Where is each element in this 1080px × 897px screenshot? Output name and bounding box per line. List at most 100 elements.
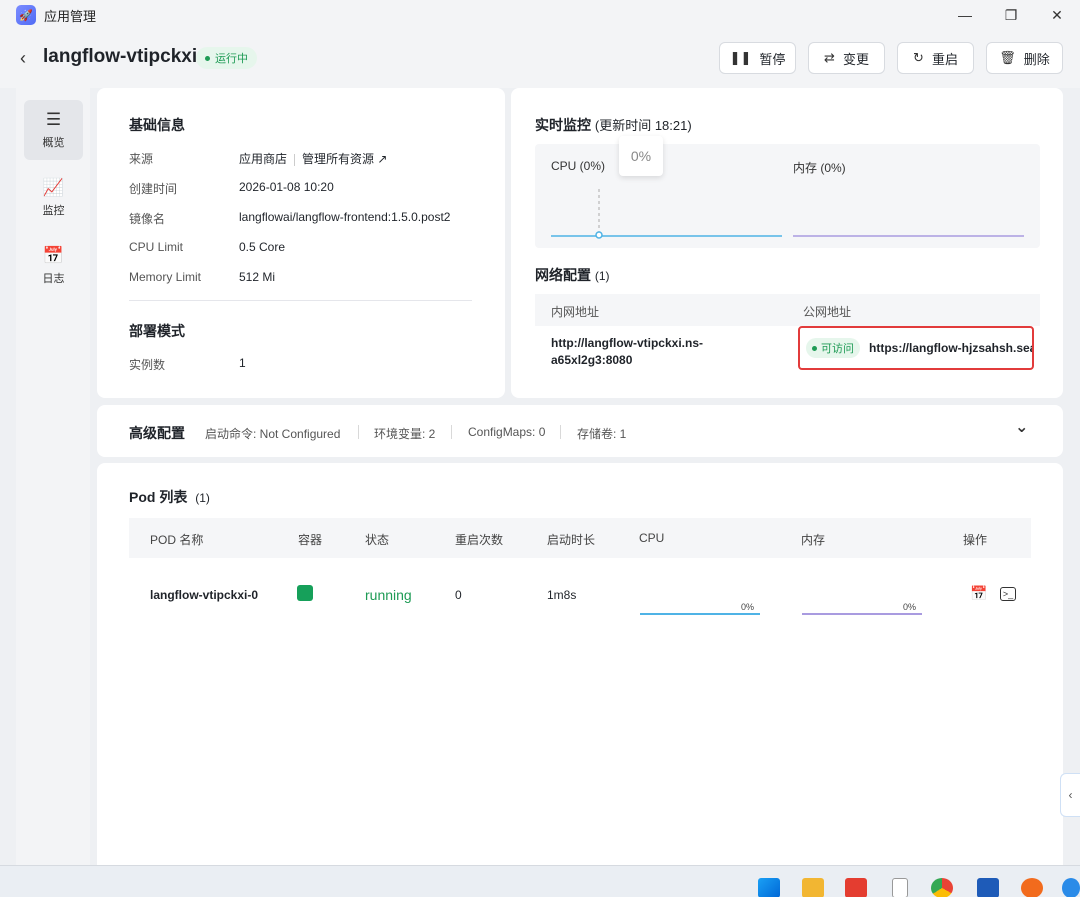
sidebar-item-monitor[interactable]: 📈 监控 <box>24 168 83 228</box>
status-text: 运行中 <box>215 53 248 65</box>
rocket-icon: 🚀 <box>16 5 36 25</box>
close-icon[interactable]: ✕ <box>1034 0 1080 30</box>
delete-label: 删除 <box>1023 51 1050 67</box>
sidebar: ☰ 概览 📈 监控 📅 日志 <box>16 88 90 865</box>
windows-start-icon[interactable] <box>758 878 780 897</box>
change-label: 变更 <box>842 51 869 67</box>
app-title: 应用管理 <box>44 8 97 24</box>
monitor-network-card: 实时监控 (更新时间 18:21) CPU (0%) 内存 (0%) 0% 网络… <box>511 88 1063 398</box>
image-label: 镜像名 <box>129 212 166 226</box>
status-badge: 运行中 <box>196 47 257 69</box>
basic-info-card: 基础信息 来源 应用商店 管理所有资源 ↗ 创建时间 2026-01-08 10:… <box>97 88 505 398</box>
memory-usage-percent: 0% <box>903 602 917 612</box>
memory-usage-bar <box>802 613 922 615</box>
container-status-chip[interactable] <box>297 585 313 601</box>
sidebar-item-label: 概览 <box>42 136 65 149</box>
access-text: 可访问 <box>821 343 854 355</box>
col-cpu: CPU <box>639 531 665 545</box>
startup-command: 启动命令: Not Configured <box>205 427 341 441</box>
separator <box>358 425 359 439</box>
chart-icon: 📈 <box>42 177 65 197</box>
advanced-config-title: 高级配置 <box>129 425 185 441</box>
image-value: langflowai/langflow-frontend:1.5.0.post2 <box>239 210 451 224</box>
document-icon[interactable] <box>892 878 908 897</box>
pause-label: 暂停 <box>759 51 786 67</box>
monitor-title: 实时监控 (更新时间 18:21) <box>535 115 692 135</box>
access-badge: 可访问 <box>806 338 860 358</box>
delete-button[interactable]: 🗑 删除 <box>986 42 1063 74</box>
network-title: 网络配置 (1) <box>535 265 610 285</box>
sidebar-item-label: 日志 <box>42 272 65 285</box>
env-vars: 环境变量: 2 <box>374 427 436 441</box>
chevron-down-icon[interactable]: ⌄ <box>1015 417 1028 437</box>
separator <box>451 425 452 439</box>
restart-button[interactable]: ↻ 重启 <box>897 42 974 74</box>
col-internal-address: 内网地址 <box>551 305 600 319</box>
memory-limit-value: 512 Mi <box>239 270 276 284</box>
network-table-header: 内网地址 公网地址 <box>535 294 1040 326</box>
created-label: 创建时间 <box>129 182 178 196</box>
internal-address-line1[interactable]: http://langflow-vtipckxi.ns- <box>551 336 703 350</box>
network-title-text: 网络配置 <box>535 267 591 283</box>
terminal-icon[interactable]: >_ <box>1000 587 1016 601</box>
page-header: ‹ langflow-vtipckxi 运行中 ❚❚ 暂停 ⇄ 变更 ↻ 重启 … <box>0 30 1080 88</box>
pod-list-title: Pod 列表 (1) <box>129 487 210 507</box>
source-label: 来源 <box>129 152 154 166</box>
pod-uptime: 1m8s <box>547 588 577 602</box>
server-icon: ☰ <box>45 109 62 129</box>
pod-list-card: Pod 列表 (1) POD 名称 容器 状态 重启次数 启动时长 CPU 内存… <box>97 463 1063 865</box>
col-memory: 内存 <box>801 533 826 547</box>
network-count: (1) <box>594 269 610 283</box>
cpu-usage-bar <box>640 613 760 615</box>
logs-icon[interactable]: 📅 <box>970 585 987 602</box>
col-uptime: 启动时长 <box>547 533 596 547</box>
pod-list-title-text: Pod 列表 <box>129 489 188 505</box>
page-title: langflow-vtipckxi <box>43 46 198 67</box>
manage-resources-link[interactable]: 管理所有资源 ↗ <box>302 152 387 166</box>
instances-value: 1 <box>239 356 246 370</box>
cpu-limit-value: 0.5 Core <box>239 240 286 254</box>
configmaps: ConfigMaps: 0 <box>468 425 546 439</box>
expand-panel-tab[interactable]: ‹ <box>1060 773 1080 817</box>
pause-icon: ❚❚ <box>729 50 752 65</box>
pod-status: running <box>365 587 412 603</box>
edge-icon[interactable] <box>1062 878 1080 897</box>
pause-button[interactable]: ❚❚ 暂停 <box>719 42 796 74</box>
sidebar-item-overview[interactable]: ☰ 概览 <box>24 100 83 160</box>
source-value: 应用商店 管理所有资源 ↗ <box>239 150 387 167</box>
file-explorer-icon[interactable] <box>802 878 824 897</box>
wps-icon[interactable] <box>845 878 867 897</box>
col-pod-name: POD 名称 <box>150 533 204 547</box>
status-dot-icon <box>205 55 210 61</box>
col-public-address: 公网地址 <box>803 305 852 319</box>
col-status: 状态 <box>365 533 390 547</box>
browser-icon[interactable] <box>1021 878 1043 897</box>
app-window-icon[interactable] <box>977 878 999 897</box>
chrome-icon[interactable] <box>931 878 953 897</box>
pod-count: (1) <box>195 491 210 505</box>
minimize-icon[interactable]: — <box>942 0 988 30</box>
back-arrow-icon[interactable]: ‹ <box>20 48 26 69</box>
cpu-point <box>595 231 603 239</box>
advanced-config-bar[interactable]: 高级配置 启动命令: Not Configured 环境变量: 2 Config… <box>97 405 1063 457</box>
monitor-sparklines <box>551 189 1024 239</box>
public-url-link[interactable]: https://langflow-hjzsahsh.sea <box>869 341 1032 355</box>
public-address-highlight[interactable]: 可访问 https://langflow-hjzsahsh.sea <box>798 326 1034 370</box>
change-button[interactable]: ⇄ 变更 <box>808 42 885 74</box>
sidebar-item-label: 监控 <box>42 204 65 217</box>
deploy-mode-title: 部署模式 <box>129 323 185 339</box>
divider <box>294 153 296 166</box>
trash-icon: 🗑 <box>999 50 1016 65</box>
refresh-icon: ↻ <box>913 50 924 65</box>
col-restarts: 重启次数 <box>455 533 504 547</box>
monitor-update-time: (更新时间 18:21) <box>594 118 692 133</box>
calendar-log-icon: 📅 <box>42 245 65 265</box>
col-actions: 操作 <box>963 533 988 547</box>
internal-address-line2[interactable]: a65xl2g3:8080 <box>551 353 632 367</box>
sidebar-item-logs[interactable]: 📅 日志 <box>24 236 83 296</box>
maximize-icon[interactable]: ❐ <box>988 0 1034 30</box>
section-divider <box>129 300 472 301</box>
access-dot-icon <box>812 345 817 351</box>
pod-table-header: POD 名称 容器 状态 重启次数 启动时长 CPU 内存 操作 <box>129 518 1031 558</box>
pod-restarts: 0 <box>455 588 462 602</box>
